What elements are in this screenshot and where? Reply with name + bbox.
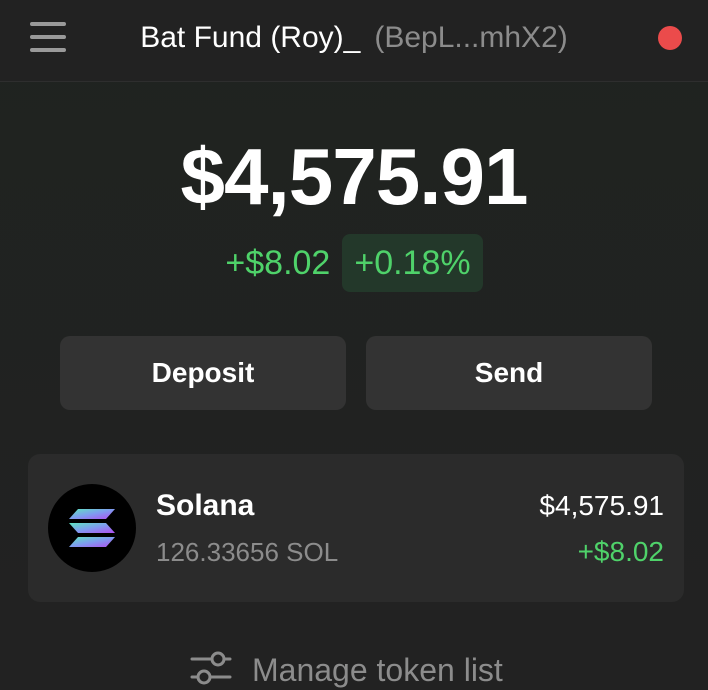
wallet-name: Bat Fund (Roy)_	[140, 21, 361, 54]
solana-logo-icon	[48, 484, 136, 572]
header-bar: Bat Fund (Roy)_ (BepL...mhX2)	[0, 0, 708, 82]
token-change: +$8.02	[577, 536, 664, 567]
manage-token-list-label: Manage token list	[252, 652, 503, 688]
token-name: Solana	[156, 489, 255, 522]
balance-change: +$8.02 +0.18%	[0, 234, 708, 292]
sliders-icon	[190, 650, 232, 690]
wallet-app: Bat Fund (Roy)_ (BepL...mhX2) $4,575.91 +…	[0, 0, 708, 690]
deposit-button[interactable]: Deposit	[60, 336, 346, 410]
send-button[interactable]: Send	[366, 336, 652, 410]
change-amount: +$8.02	[225, 244, 331, 282]
manage-token-list-button[interactable]: Manage token list	[190, 648, 503, 690]
wallet-title[interactable]: Bat Fund (Roy)_ (BepL...mhX2)	[0, 20, 708, 56]
wallet-address: (BepL...mhX2)	[374, 21, 568, 54]
token-value: $4,575.91	[539, 490, 664, 521]
token-amount: 126.33656 SOL	[156, 537, 339, 567]
token-row-solana[interactable]: Solana 126.33656 SOL $4,575.91 +$8.02	[28, 454, 684, 602]
connection-status-dot	[658, 26, 682, 50]
total-balance: $4,575.91	[180, 132, 529, 221]
change-percent-badge: +0.18%	[342, 234, 483, 292]
